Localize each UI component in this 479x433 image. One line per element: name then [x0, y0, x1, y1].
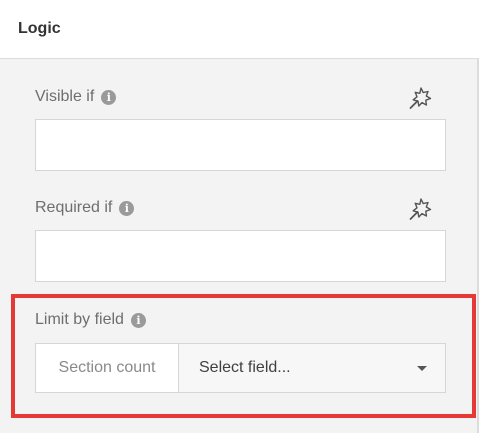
visible-if-label: Visible if	[35, 88, 95, 105]
info-icon[interactable]: i	[130, 312, 146, 328]
select-field-dropdown[interactable]: Select field...	[178, 343, 446, 393]
info-icon[interactable]: i	[119, 200, 135, 216]
limit-by-field-group: Section count Select field...	[35, 343, 446, 393]
limit-by-field-label: Limit by field	[35, 311, 124, 328]
select-field-value: Select field...	[199, 359, 291, 376]
panel-header: Logic	[0, 0, 479, 59]
panel-title: Logic	[18, 20, 61, 37]
required-if-label-row: Required if i	[35, 199, 135, 217]
required-if-label: Required if	[35, 199, 113, 216]
limit-by-field-label-row: Limit by field i	[35, 311, 146, 329]
required-if-input[interactable]	[35, 230, 446, 282]
magic-wand-icon[interactable]	[407, 196, 433, 222]
chevron-down-icon	[417, 365, 427, 371]
visible-if-input[interactable]	[35, 119, 446, 171]
info-icon[interactable]: i	[101, 89, 117, 105]
magic-wand-icon[interactable]	[407, 85, 433, 111]
visible-if-label-row: Visible if i	[35, 88, 117, 106]
section-count-addon: Section count	[35, 343, 178, 393]
